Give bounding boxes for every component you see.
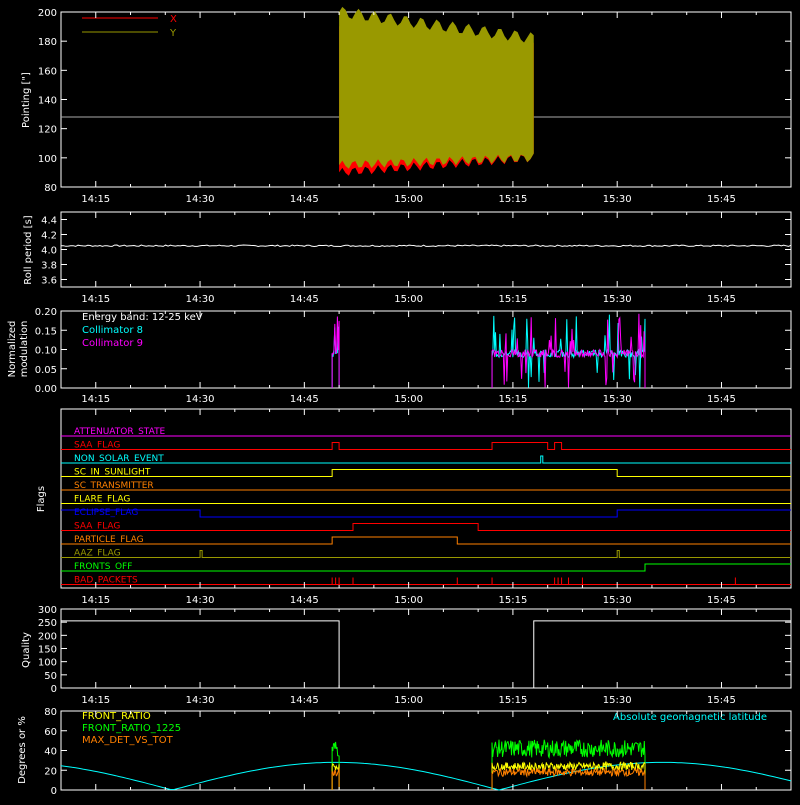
- x-tick-label: 15:30: [603, 394, 632, 405]
- modulation-y-title-line2: modulation: [19, 321, 30, 378]
- x-tick-label: 15:00: [394, 194, 423, 205]
- flag-label-2: SAA_FLAG: [74, 441, 120, 451]
- x-tick-label: 14:15: [81, 294, 110, 305]
- y-tick-label: 4.2: [41, 231, 57, 242]
- x-tick-label: 14:30: [186, 394, 215, 405]
- x-tick-label: 14:15: [81, 194, 110, 205]
- legend-y-label: Y: [169, 28, 177, 39]
- y-tick-label: 200: [38, 631, 57, 642]
- x-tick-label: 15:45: [707, 394, 736, 405]
- x-tick-label: 15:15: [498, 194, 527, 205]
- x-tick-label: 14:30: [186, 695, 215, 706]
- flag-label-8: SAA_FLAG: [74, 522, 120, 532]
- y-tick-label: 200: [38, 8, 57, 19]
- x-tick-label: 14:30: [186, 194, 215, 205]
- x-tick-label: 15:00: [394, 595, 423, 606]
- y-tick-label: 4.0: [41, 246, 57, 257]
- x-tick-label: 15:30: [603, 194, 632, 205]
- roll-y-title: Roll period [s]: [23, 215, 34, 284]
- y-tick-label: 50: [44, 671, 57, 682]
- y-tick-label: 60: [44, 727, 57, 738]
- energy-band-label: Energy band: 12-25 keV: [82, 312, 203, 323]
- x-tick-label: 15:00: [394, 294, 423, 305]
- x-tick-label: 15:45: [707, 595, 736, 606]
- x-tick-label: 14:45: [290, 294, 319, 305]
- x-tick-label: 15:45: [707, 695, 736, 706]
- x-tick-label: 14:30: [186, 595, 215, 606]
- y-tick-label: 250: [38, 618, 57, 629]
- y-tick-label: 80: [44, 183, 57, 194]
- x-tick-label: 15:45: [707, 194, 736, 205]
- legend-front-ratio-1225: FRONT_RATIO_1225: [82, 723, 181, 734]
- legend-max-det-vs-tot: MAX_DET_VS_TOT: [82, 735, 174, 746]
- y-tick-label: 0.15: [35, 326, 57, 337]
- y-tick-label: 40: [44, 747, 57, 758]
- y-tick-label: 0.00: [35, 384, 57, 395]
- x-tick-label: 14:45: [290, 595, 319, 606]
- legend-collimator9: Collimator 9: [82, 338, 143, 349]
- rhessi-summary-chart: 80100120140160180200 Pointing ["] X Y 14…: [0, 0, 800, 800]
- y-tick-label: 0.05: [35, 365, 57, 376]
- x-tick-label: 15:15: [498, 695, 527, 706]
- x-tick-label: 15:30: [603, 595, 632, 606]
- x-tick-label: 15:30: [603, 294, 632, 305]
- x-tick-label: 15:45: [707, 294, 736, 305]
- legend-geomagnetic-latitude: Absolute geomagnetic latitude: [613, 712, 767, 723]
- flag-label-4: SC_IN_SUNLIGHT: [74, 468, 151, 478]
- x-tick-label: 15:15: [498, 394, 527, 405]
- y-tick-label: 20: [44, 766, 57, 777]
- y-tick-label: 0.20: [35, 307, 57, 318]
- x-tick-label: 14:45: [290, 394, 319, 405]
- y-tick-label: 100: [38, 154, 57, 165]
- y-tick-label: 0: [51, 684, 57, 695]
- x-tick-label: 14:30: [186, 294, 215, 305]
- quality-y-title: Quality: [21, 632, 32, 668]
- y-tick-label: 3.8: [41, 261, 57, 272]
- flag-label-10: AAZ_FLAG: [74, 549, 121, 559]
- flag-label-1: ATTENUATOR_STATE: [74, 427, 166, 437]
- y-tick-label: 150: [38, 645, 57, 656]
- x-tick-label: 15:30: [603, 695, 632, 706]
- x-tick-label: 14:15: [81, 695, 110, 706]
- x-tick-label: 14:45: [290, 695, 319, 706]
- y-tick-label: 100: [38, 658, 57, 669]
- y-tick-label: 160: [38, 66, 57, 77]
- modulation-y-title-line1: Normalized: [7, 321, 18, 378]
- legend-collimator8: Collimator 8: [82, 325, 143, 336]
- y-tick-label: 80: [44, 707, 57, 718]
- flag-label-3: NON_SOLAR_EVENT: [74, 454, 164, 464]
- flags-y-title: Flags: [36, 486, 47, 512]
- y-tick-label: 0: [51, 786, 57, 797]
- y-tick-label: 3.6: [41, 276, 57, 287]
- ratios-y-title: Degrees or %: [17, 716, 28, 784]
- y-tick-label: 4.4: [41, 216, 57, 227]
- x-tick-label: 15:00: [394, 394, 423, 405]
- x-tick-label: 15:00: [394, 695, 423, 706]
- flag-label-6: FLARE_FLAG: [74, 495, 130, 505]
- flag-label-12: BAD_PACKETS: [74, 576, 138, 586]
- y-tick-label: 140: [38, 96, 57, 107]
- x-tick-label: 14:15: [81, 595, 110, 606]
- y-tick-label: 180: [38, 37, 57, 48]
- flag-label-5: SC_TRANSMITTER: [74, 481, 154, 491]
- pointing-y-title: Pointing ["]: [21, 72, 32, 128]
- x-tick-label: 15:15: [498, 294, 527, 305]
- x-tick-label: 14:45: [290, 194, 319, 205]
- legend-front-ratio: FRONT_RATIO: [82, 711, 151, 722]
- y-tick-label: 120: [38, 125, 57, 136]
- y-tick-label: 0.10: [35, 346, 57, 357]
- flag-label-9: PARTICLE_FLAG: [74, 535, 144, 545]
- flag-label-7: ECLIPSE_FLAG: [74, 508, 138, 518]
- y-tick-label: 300: [38, 605, 57, 616]
- x-tick-label: 14:15: [81, 394, 110, 405]
- legend-x-label: X: [170, 14, 177, 25]
- flag-label-11: FRONTS_OFF: [74, 562, 132, 572]
- x-tick-label: 15:15: [498, 595, 527, 606]
